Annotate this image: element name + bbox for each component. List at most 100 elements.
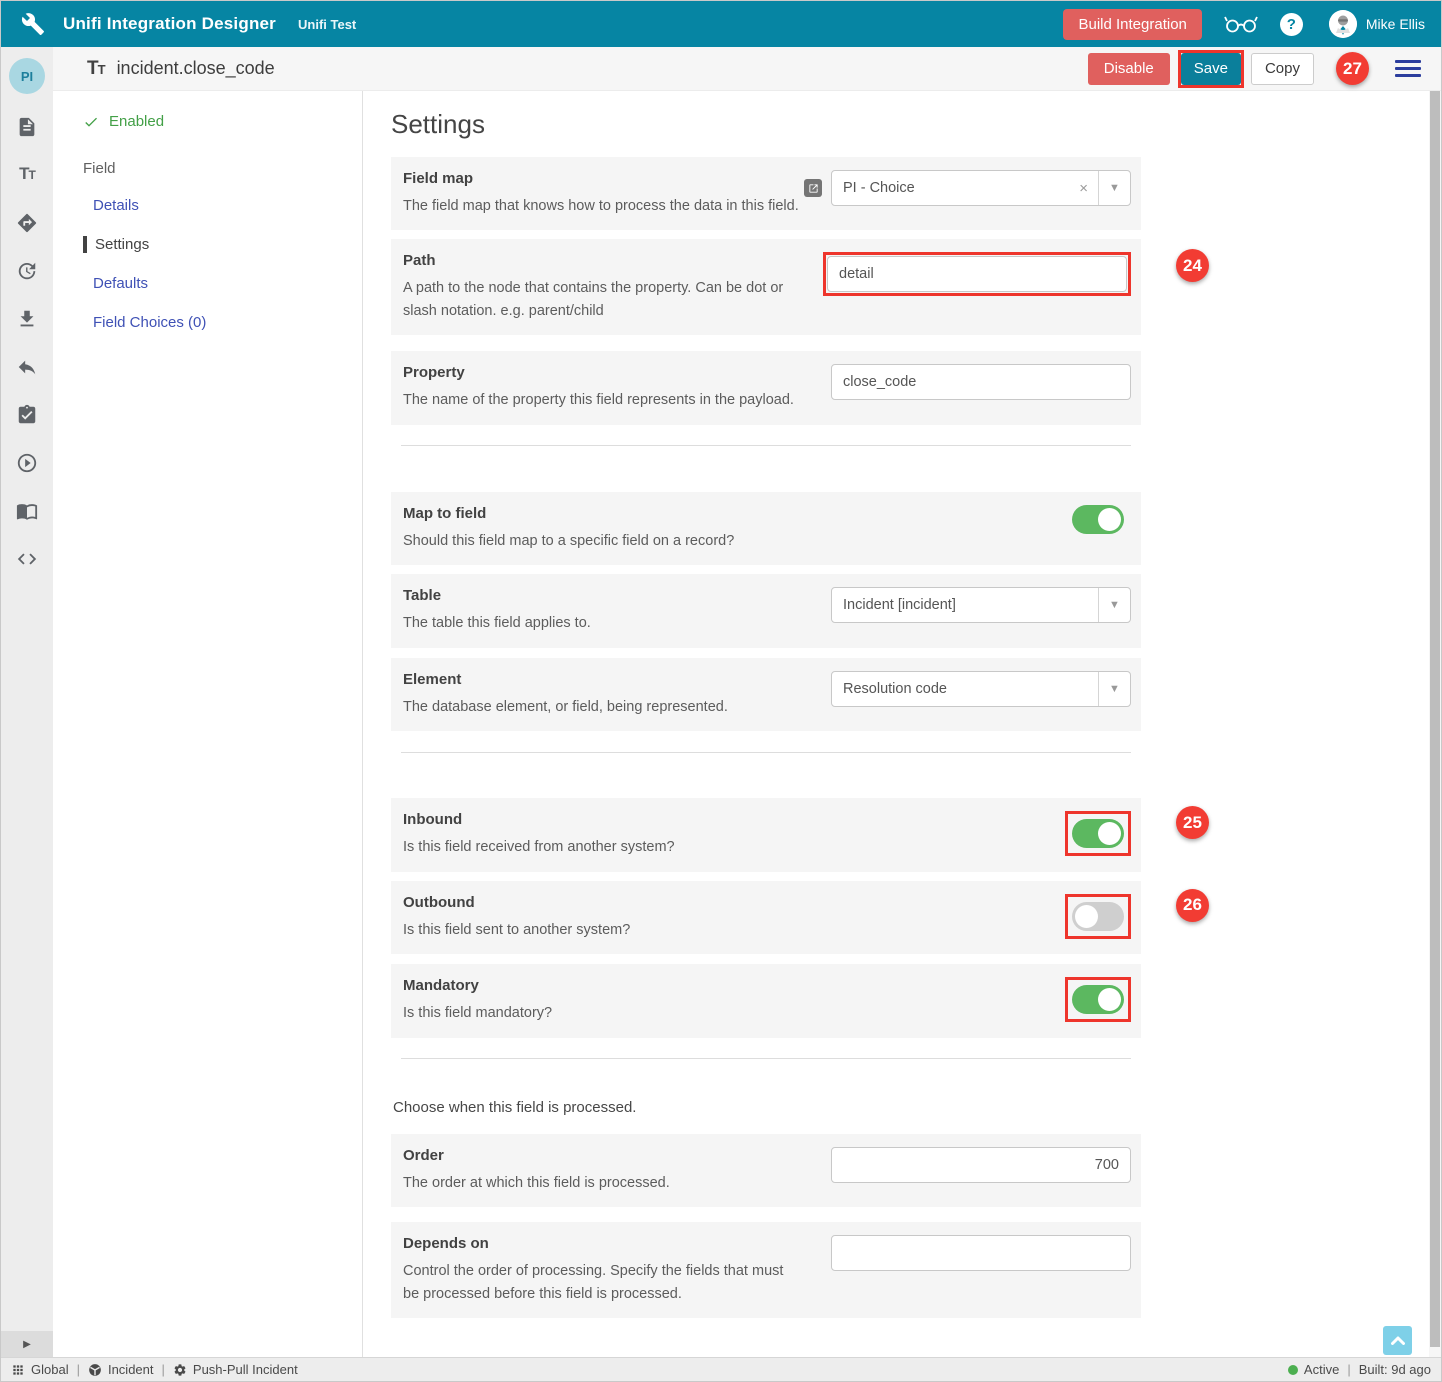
nav-enabled-label: Enabled bbox=[109, 113, 164, 130]
record-nav: Enabled Field Details Settings Defaults … bbox=[53, 91, 363, 1357]
map-to-field-desc: Should this field map to a specific fiel… bbox=[403, 530, 803, 552]
chevron-down-icon: ▼ bbox=[1098, 588, 1130, 622]
element-label: Element bbox=[403, 671, 803, 688]
disable-button[interactable]: Disable bbox=[1088, 53, 1170, 85]
open-record-icon[interactable] bbox=[804, 179, 822, 197]
inbound-toggle[interactable] bbox=[1072, 819, 1124, 848]
outbound-label: Outbound bbox=[403, 894, 803, 911]
status-active-dot bbox=[1288, 1365, 1298, 1375]
outbound-desc: Is this field sent to another system? bbox=[403, 919, 803, 941]
field-map-value: PI - Choice bbox=[832, 180, 1069, 196]
scrollbar-thumb[interactable] bbox=[1430, 52, 1440, 1347]
scope-segment[interactable]: Global bbox=[11, 1362, 69, 1377]
chevron-down-icon: ▼ bbox=[1098, 672, 1130, 706]
property-input[interactable] bbox=[831, 364, 1131, 400]
table-select[interactable]: Incident [incident] ▼ bbox=[831, 587, 1131, 623]
inbound-annotation-box bbox=[1065, 811, 1131, 856]
download-icon[interactable] bbox=[16, 308, 38, 330]
depends-on-desc: Control the order of processing. Specify… bbox=[403, 1260, 803, 1305]
order-input[interactable] bbox=[831, 1147, 1131, 1183]
icon-sidebar: PI TT ▶ bbox=[1, 47, 53, 1357]
mandatory-row: Mandatory Is this field mandatory? bbox=[391, 964, 1141, 1037]
order-desc: The order at which this field is process… bbox=[403, 1172, 803, 1194]
user-avatar-icon bbox=[1329, 10, 1357, 38]
annotation-circle-27: 27 bbox=[1336, 52, 1369, 85]
clear-icon[interactable]: × bbox=[1069, 180, 1098, 197]
directions-icon[interactable] bbox=[16, 212, 38, 234]
wrench-logo-icon bbox=[21, 12, 45, 36]
mandatory-annotation-box bbox=[1065, 977, 1131, 1022]
status-bar: Global | Incident | Push-Pull Incident A… bbox=[1, 1357, 1441, 1381]
text-field-icon[interactable]: TT bbox=[1, 164, 53, 188]
process-note: Choose when this field is processed. bbox=[393, 1099, 1141, 1116]
task-check-icon[interactable] bbox=[16, 404, 38, 426]
help-glyph: ? bbox=[1287, 16, 1296, 33]
preview-glasses-icon[interactable] bbox=[1224, 13, 1258, 35]
table-row: Table The table this field applies to. I… bbox=[391, 574, 1141, 647]
chevron-up-icon bbox=[1391, 1336, 1405, 1345]
mandatory-toggle[interactable] bbox=[1072, 985, 1124, 1014]
gear-icon bbox=[173, 1363, 187, 1377]
built-label: Built: 9d ago bbox=[1359, 1362, 1431, 1377]
map-to-field-toggle[interactable] bbox=[1072, 505, 1124, 534]
mandatory-label: Mandatory bbox=[403, 977, 803, 994]
outbound-row: Outbound Is this field sent to another s… bbox=[391, 881, 1141, 954]
mandatory-desc: Is this field mandatory? bbox=[403, 1002, 803, 1024]
annotation-circle-24: 24 bbox=[1176, 249, 1209, 282]
depends-on-row: Depends on Control the order of processi… bbox=[391, 1222, 1141, 1318]
record-title: incident.close_code bbox=[117, 58, 275, 79]
check-icon bbox=[83, 114, 99, 130]
nav-enabled[interactable]: Enabled bbox=[83, 113, 362, 130]
user-avatar[interactable] bbox=[1329, 10, 1357, 38]
menu-icon[interactable] bbox=[1395, 56, 1421, 81]
order-row: Order The order at which this field is p… bbox=[391, 1134, 1141, 1207]
chevron-down-icon[interactable]: ▼ bbox=[1098, 171, 1130, 205]
sidebar-expand-button[interactable]: ▶ bbox=[1, 1331, 53, 1357]
code-icon[interactable] bbox=[16, 548, 38, 570]
table-label: Table bbox=[403, 587, 803, 604]
scroll-to-top-button[interactable] bbox=[1383, 1326, 1412, 1355]
history-icon[interactable] bbox=[16, 260, 38, 282]
nav-item-field-choices[interactable]: Field Choices (0) bbox=[93, 314, 362, 331]
section-divider bbox=[401, 752, 1131, 753]
path-input[interactable] bbox=[827, 256, 1127, 292]
integration-avatar[interactable]: PI bbox=[9, 58, 45, 94]
help-icon[interactable]: ? bbox=[1280, 13, 1303, 36]
save-button[interactable]: Save bbox=[1181, 53, 1241, 85]
document-icon[interactable] bbox=[16, 116, 38, 138]
nav-section-field: Field bbox=[83, 160, 362, 177]
nav-item-settings[interactable]: Settings bbox=[83, 236, 362, 253]
table-desc: The table this field applies to. bbox=[403, 612, 803, 634]
copy-button[interactable]: Copy bbox=[1251, 53, 1314, 85]
property-desc: The name of the property this field repr… bbox=[403, 389, 803, 411]
depends-on-input[interactable] bbox=[831, 1235, 1131, 1271]
book-icon[interactable] bbox=[16, 500, 38, 522]
field-map-desc: The field map that knows how to process … bbox=[403, 195, 803, 217]
section-divider bbox=[401, 445, 1131, 446]
nav-item-defaults[interactable]: Defaults bbox=[93, 275, 362, 292]
unifi-integration-designer-window: Unifi Integration Designer Unifi Test Bu… bbox=[0, 0, 1442, 1382]
vertical-scrollbar[interactable] bbox=[1429, 47, 1441, 1357]
user-name[interactable]: Mike Ellis bbox=[1366, 16, 1425, 32]
product-title: Unifi Integration Designer bbox=[63, 14, 276, 34]
reply-icon[interactable] bbox=[16, 356, 38, 378]
nav-item-details[interactable]: Details bbox=[93, 197, 362, 214]
page-title: Settings bbox=[391, 109, 1429, 140]
element-value: Resolution code bbox=[832, 681, 1098, 697]
play-circle-icon[interactable] bbox=[16, 452, 38, 474]
property-label: Property bbox=[403, 364, 803, 381]
build-integration-button[interactable]: Build Integration bbox=[1063, 9, 1201, 40]
process-segment[interactable]: Push-Pull Incident bbox=[173, 1362, 298, 1377]
outbound-toggle[interactable] bbox=[1072, 902, 1124, 931]
integration-segment[interactable]: Incident bbox=[88, 1362, 154, 1377]
path-annotation-box bbox=[823, 252, 1131, 296]
order-label: Order bbox=[403, 1147, 803, 1164]
map-to-field-label: Map to field bbox=[403, 505, 803, 522]
field-map-combobox[interactable]: PI - Choice × ▼ bbox=[831, 170, 1131, 206]
field-map-row: Field map The field map that knows how t… bbox=[391, 157, 1141, 230]
annotation-circle-26: 26 bbox=[1176, 889, 1209, 922]
table-value: Incident [incident] bbox=[832, 597, 1098, 613]
element-select[interactable]: Resolution code ▼ bbox=[831, 671, 1131, 707]
record-toolbar: TT incident.close_code Disable Save Copy… bbox=[53, 47, 1441, 91]
inbound-label: Inbound bbox=[403, 811, 803, 828]
